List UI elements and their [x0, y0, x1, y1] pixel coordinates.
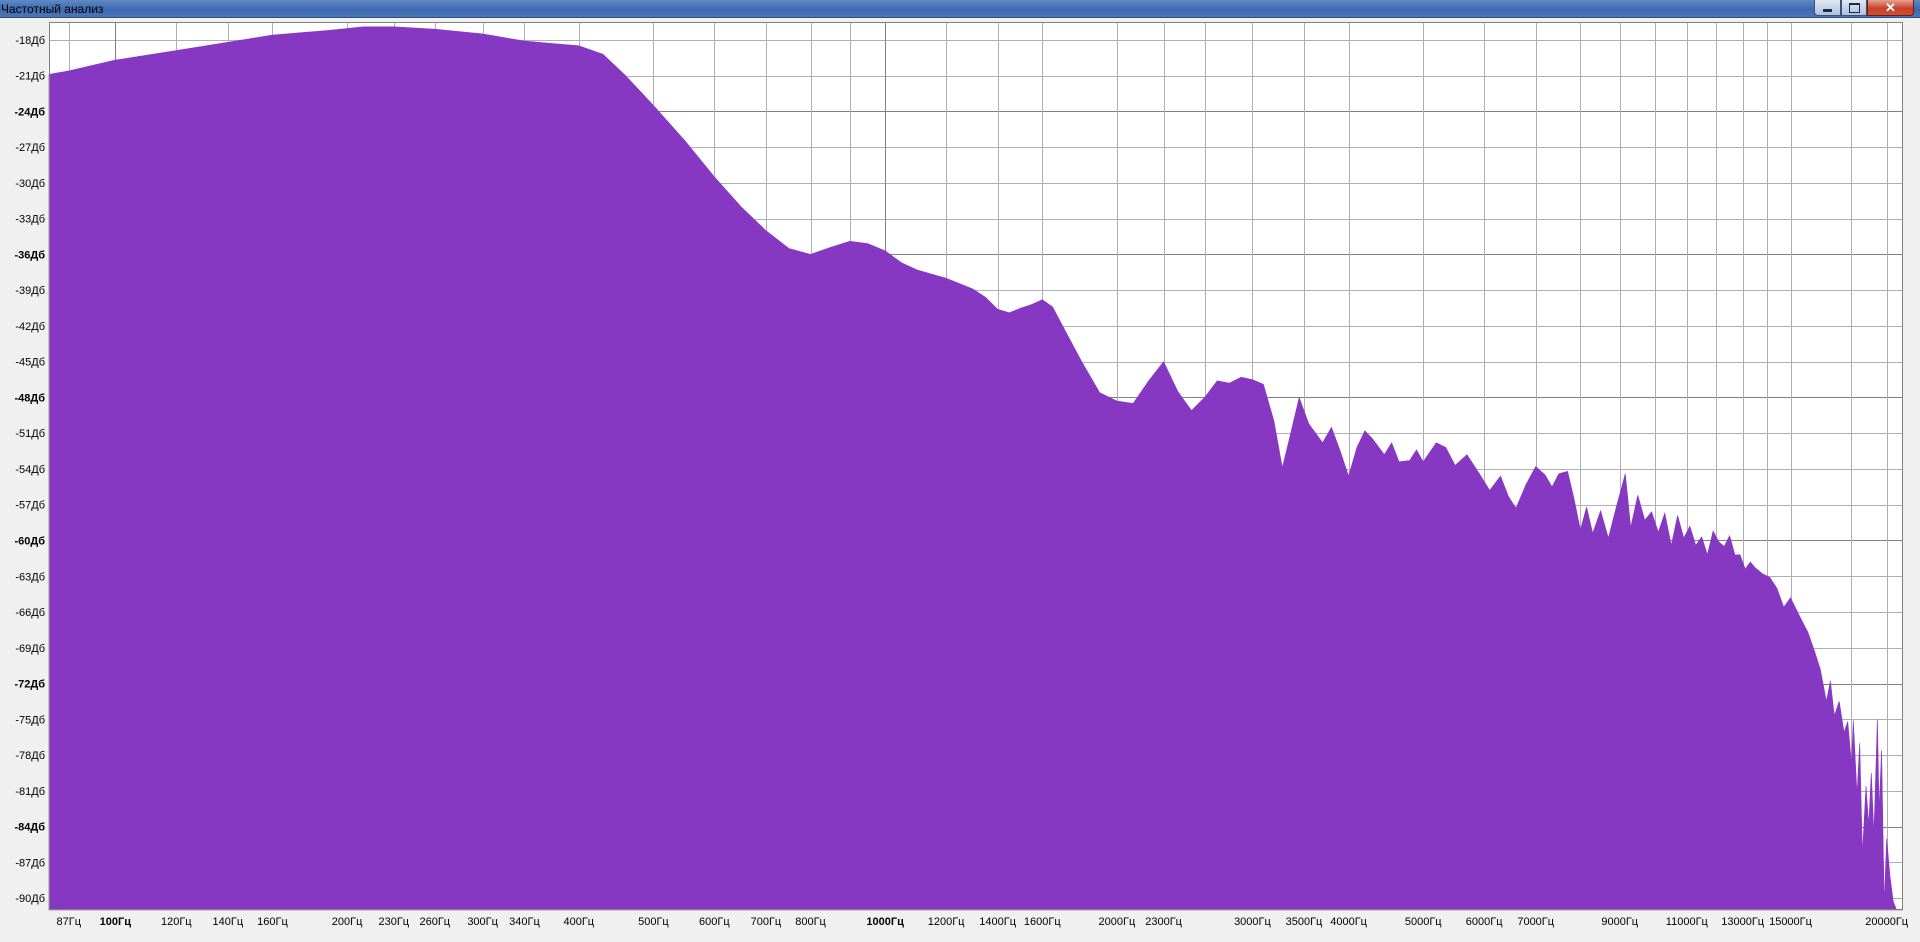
- x-tick-label: 600Гц: [699, 916, 730, 928]
- x-tick-label: 300Гц: [467, 916, 498, 928]
- x-tick-label: 7000Гц: [1517, 916, 1554, 928]
- y-tick-label: -21Дб: [15, 71, 45, 83]
- x-tick-label: 1600Гц: [1024, 916, 1061, 928]
- x-tick-label: 230Гц: [378, 916, 409, 928]
- x-tick-label: 9000Гц: [1601, 916, 1638, 928]
- x-tick-label: 800Гц: [795, 916, 826, 928]
- y-tick-label: -81Дб: [15, 786, 45, 798]
- frequency-spectrum-chart: -18Дб -21Дб -24Дб -27Дб -30Дб -33Дб -36Дб -39Дб…: [14, 22, 1909, 928]
- x-tick-label: 3500Гц: [1286, 916, 1323, 928]
- y-tick-label: -87Дб: [15, 857, 45, 869]
- x-tick-label: 2300Гц: [1145, 916, 1182, 928]
- title-bar[interactable]: Частотный анализ ✕: [0, 0, 1920, 18]
- minimize-icon: [1823, 9, 1832, 12]
- y-tick-label: -33Дб: [15, 214, 45, 226]
- x-tick-label: 13000Гц: [1721, 916, 1765, 928]
- x-tick-label: 4000Гц: [1330, 916, 1367, 928]
- x-tick-label: 160Гц: [257, 916, 288, 928]
- y-tick-label: -42Дб: [15, 321, 45, 333]
- x-tick-label: 1000Гц: [866, 916, 904, 928]
- x-tick-label: 400Гц: [564, 916, 595, 928]
- x-tick-label: 120Гц: [161, 916, 192, 928]
- window-title: Частотный анализ: [1, 2, 104, 16]
- x-tick-label: 200Гц: [332, 916, 363, 928]
- maximize-icon: [1848, 2, 1860, 13]
- y-tick-label: -72Дб: [14, 679, 45, 691]
- y-tick-label: -57Дб: [15, 500, 45, 512]
- y-tick-label: -66Дб: [15, 607, 45, 619]
- x-tick-label: 140Гц: [213, 916, 244, 928]
- y-tick-label: -27Дб: [15, 142, 45, 154]
- y-tick-label: -45Дб: [15, 357, 45, 369]
- close-button[interactable]: ✕: [1867, 0, 1914, 16]
- x-tick-label: 20000Гц: [1865, 916, 1909, 928]
- y-tick-label: -30Дб: [15, 178, 45, 190]
- y-tick-label: -75Дб: [15, 714, 45, 726]
- y-tick-label: -24Дб: [14, 106, 45, 118]
- x-tick-label: 260Гц: [419, 916, 450, 928]
- x-tick-label: 700Гц: [751, 916, 782, 928]
- y-tick-label: -54Дб: [15, 464, 45, 476]
- x-tick-label: 1400Гц: [979, 916, 1016, 928]
- x-tick-label: 100Гц: [100, 916, 132, 928]
- x-tick-label: 87Гц: [57, 916, 82, 928]
- y-tick-label: -18Дб: [15, 35, 45, 47]
- x-tick-label: 11000Гц: [1666, 916, 1709, 928]
- y-tick-label: -84Дб: [14, 822, 45, 834]
- y-tick-label: -48Дб: [14, 392, 45, 404]
- x-tick-label: 1200Гц: [928, 916, 965, 928]
- minimize-button[interactable]: [1814, 0, 1841, 16]
- x-tick-label: 6000Гц: [1466, 916, 1503, 928]
- y-tick-label: -90Дб: [15, 893, 45, 905]
- x-tick-label: 340Гц: [509, 916, 540, 928]
- y-tick-label: -36Дб: [14, 249, 45, 261]
- maximize-button[interactable]: [1841, 0, 1867, 16]
- y-tick-label: -39Дб: [15, 285, 45, 297]
- x-tick-label: 5000Гц: [1405, 916, 1442, 928]
- x-tick-label: 500Гц: [638, 916, 669, 928]
- close-icon: ✕: [1885, 0, 1896, 15]
- x-tick-label: 3000Гц: [1234, 916, 1271, 928]
- y-tick-label: -69Дб: [15, 643, 45, 655]
- y-tick-label: -51Дб: [15, 428, 45, 440]
- y-tick-label: -78Дб: [15, 750, 45, 762]
- y-tick-label: -63Дб: [15, 571, 45, 583]
- x-tick-label: 2000Гц: [1099, 916, 1136, 928]
- x-tick-label: 15000Гц: [1769, 916, 1813, 928]
- y-tick-label: -60Дб: [14, 535, 45, 547]
